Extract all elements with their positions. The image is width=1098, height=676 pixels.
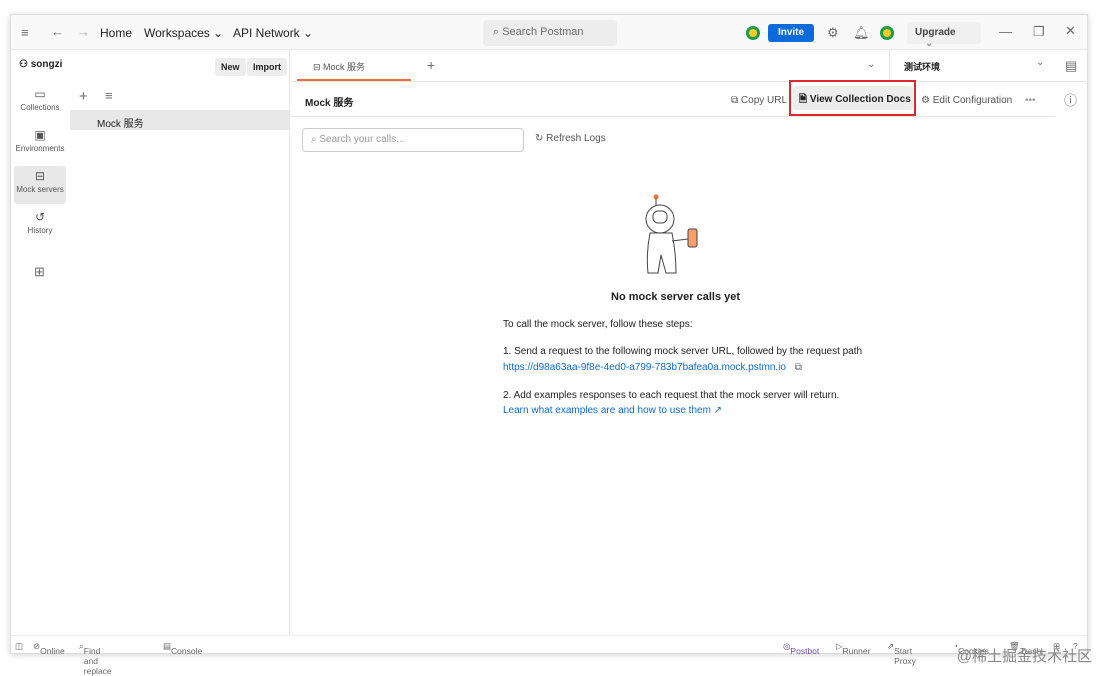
invite-button[interactable]: Invite: [768, 24, 814, 42]
list-item[interactable]: Mock 服务: [70, 110, 289, 130]
user-label: songzi: [30, 59, 63, 70]
menu-icon[interactable]: ≡: [21, 25, 29, 40]
history-icon: ↺: [34, 210, 46, 224]
collections-icon: ▭: [34, 87, 46, 101]
proxy-label: Start Proxy: [894, 646, 916, 666]
nav-label: History: [27, 226, 53, 235]
watermark: @稀土掘金技术社区: [956, 648, 1092, 665]
mock-server-icon: ⊟: [34, 169, 46, 183]
filter-icon[interactable]: ≡: [105, 88, 113, 103]
workspaces-menu[interactable]: Workspaces ⌄: [144, 26, 223, 40]
forward-icon[interactable]: →: [77, 24, 90, 39]
edit-configuration-button[interactable]: ⚙ Edit Configuration: [917, 91, 1016, 110]
step-1-text: 1. Send a request to the following mock …: [503, 346, 863, 357]
empty-state-title: No mock server calls yet: [611, 291, 741, 303]
add-apps-icon[interactable]: ⊞: [34, 264, 45, 280]
api-network-label: API Network: [233, 26, 300, 40]
toggle-sidebar-icon[interactable]: ◫: [15, 641, 23, 652]
astronaut-illustration: [645, 194, 698, 274]
nav-label: Mock servers: [16, 185, 64, 194]
refresh-logs-button[interactable]: ↻ Refresh Logs: [535, 133, 606, 144]
chevron-down-icon: ⌄: [1036, 57, 1045, 68]
environment-quick-look-icon[interactable]: ▤: [1065, 58, 1077, 74]
environments-icon: ▣: [34, 128, 46, 142]
nav-label: Environments: [15, 144, 65, 153]
copy-url-button[interactable]: ⧉ Copy URL: [727, 91, 791, 110]
mock-server-url[interactable]: https://d98a63aa-9f8e-4ed0-a799-783b7baf…: [503, 362, 786, 373]
copy-icon[interactable]: ⧉: [795, 362, 802, 373]
learn-examples-link[interactable]: Learn what examples are and how to use t…: [503, 405, 722, 416]
highlight-box: [789, 80, 916, 116]
sidebar-item-mock-servers[interactable]: ⊟ Mock servers: [14, 166, 66, 204]
upgrade-label: Upgrade: [915, 27, 956, 38]
sidebar-item-history[interactable]: ↺ History: [14, 207, 66, 245]
mock-header: Mock 服务 ⧉ Copy URL 🗎 View Collection Doc…: [291, 82, 1055, 117]
back-icon[interactable]: ←: [51, 24, 64, 39]
new-button[interactable]: New: [215, 58, 246, 76]
start-proxy-button[interactable]: ⇗ Start Proxy: [887, 641, 916, 666]
step-2-text: 2. Add examples responses to each reques…: [503, 390, 840, 401]
find-label: Find and replace: [83, 646, 112, 676]
search-calls-input[interactable]: ⌕ Search your calls...: [302, 128, 524, 152]
sidebar-item-collections[interactable]: ▭ Collections: [14, 84, 66, 122]
refresh-label: Refresh Logs: [546, 133, 606, 144]
tabs-dropdown-icon[interactable]: ⌄: [867, 59, 875, 70]
mock-server-icon: ⊟: [313, 62, 324, 72]
find-replace-button[interactable]: ⌕ Find and replace: [79, 641, 112, 676]
runner-label: Runner: [842, 646, 871, 656]
close-button[interactable]: ✕: [1065, 23, 1076, 39]
api-network-menu[interactable]: API Network ⌄: [233, 26, 313, 40]
nav-label: Collections: [20, 103, 60, 112]
copy-icon: ⧉: [731, 95, 741, 106]
user-avatar[interactable]: [880, 26, 894, 40]
postbot-button[interactable]: ◎ Postbot: [783, 641, 819, 656]
status-bar: ◫ ⊘ Online ⌕ Find and replace ▤ Console …: [11, 635, 1087, 676]
environment-label: 测试环境: [904, 62, 941, 72]
search-postman[interactable]: ⌕ Search Postman: [483, 20, 617, 46]
search-icon: ⌕: [493, 26, 503, 38]
tab-label: Mock 服务: [323, 62, 366, 72]
search-calls-placeholder: Search your calls...: [319, 134, 405, 145]
postbot-label: Postbot: [790, 646, 820, 656]
import-button[interactable]: Import: [247, 58, 287, 76]
intro-text: To call the mock server, follow these st…: [503, 319, 693, 330]
gear-icon[interactable]: ⚙: [827, 25, 839, 41]
online-status[interactable]: ⊘ Online: [33, 641, 65, 656]
workspaces-label: Workspaces: [144, 26, 210, 40]
runner-button[interactable]: ▷ Runner: [836, 641, 870, 656]
search-placeholder: Search Postman: [502, 26, 584, 38]
upgrade-button[interactable]: Upgrade ⌄: [907, 22, 981, 49]
maximize-button[interactable]: ❐: [1033, 24, 1045, 40]
more-options-icon[interactable]: •••: [1021, 91, 1040, 110]
copy-url-label: Copy URL: [740, 95, 788, 106]
workspace-name: ⚇ songzi: [19, 59, 62, 70]
sidebar: ⚇ songzi New Import ▭ Collections ▣ Enviro…: [11, 50, 290, 635]
home-link[interactable]: Home: [100, 26, 132, 40]
team-avatar[interactable]: [746, 26, 760, 40]
postman-window: ≡ ← → Home Workspaces ⌄ API Network ⌄ ⌕ …: [10, 14, 1089, 676]
online-label: Online: [40, 646, 65, 656]
title-bar: ≡ ← → Home Workspaces ⌄ API Network ⌄ ⌕ …: [11, 15, 1087, 50]
new-tab-icon[interactable]: +: [427, 57, 435, 73]
sidebar-item-environments[interactable]: ▣ Environments: [14, 125, 66, 163]
environment-selector[interactable]: 测试环境 ⌄ ▤: [889, 50, 1089, 82]
gear-icon: ⚙: [921, 95, 933, 106]
page-title: Mock 服务: [305, 98, 354, 109]
console-button[interactable]: ▤ Console: [163, 641, 202, 656]
tab-bar: ⊟ Mock 服务 + ⌄ 测试环境 ⌄ ▤: [291, 50, 1089, 82]
minimize-button[interactable]: —: [999, 24, 1012, 39]
info-icon[interactable]: ⓘ: [1064, 90, 1077, 109]
bell-icon[interactable]: 🔔︎: [853, 25, 870, 41]
edit-config-label: Edit Configuration: [932, 95, 1013, 106]
tab-mock[interactable]: ⊟ Mock 服务: [297, 50, 411, 81]
users-icon: ⚇: [19, 59, 31, 70]
add-icon[interactable]: +: [79, 88, 88, 105]
refresh-icon: ↻: [535, 133, 547, 144]
console-label: Console: [171, 646, 203, 656]
